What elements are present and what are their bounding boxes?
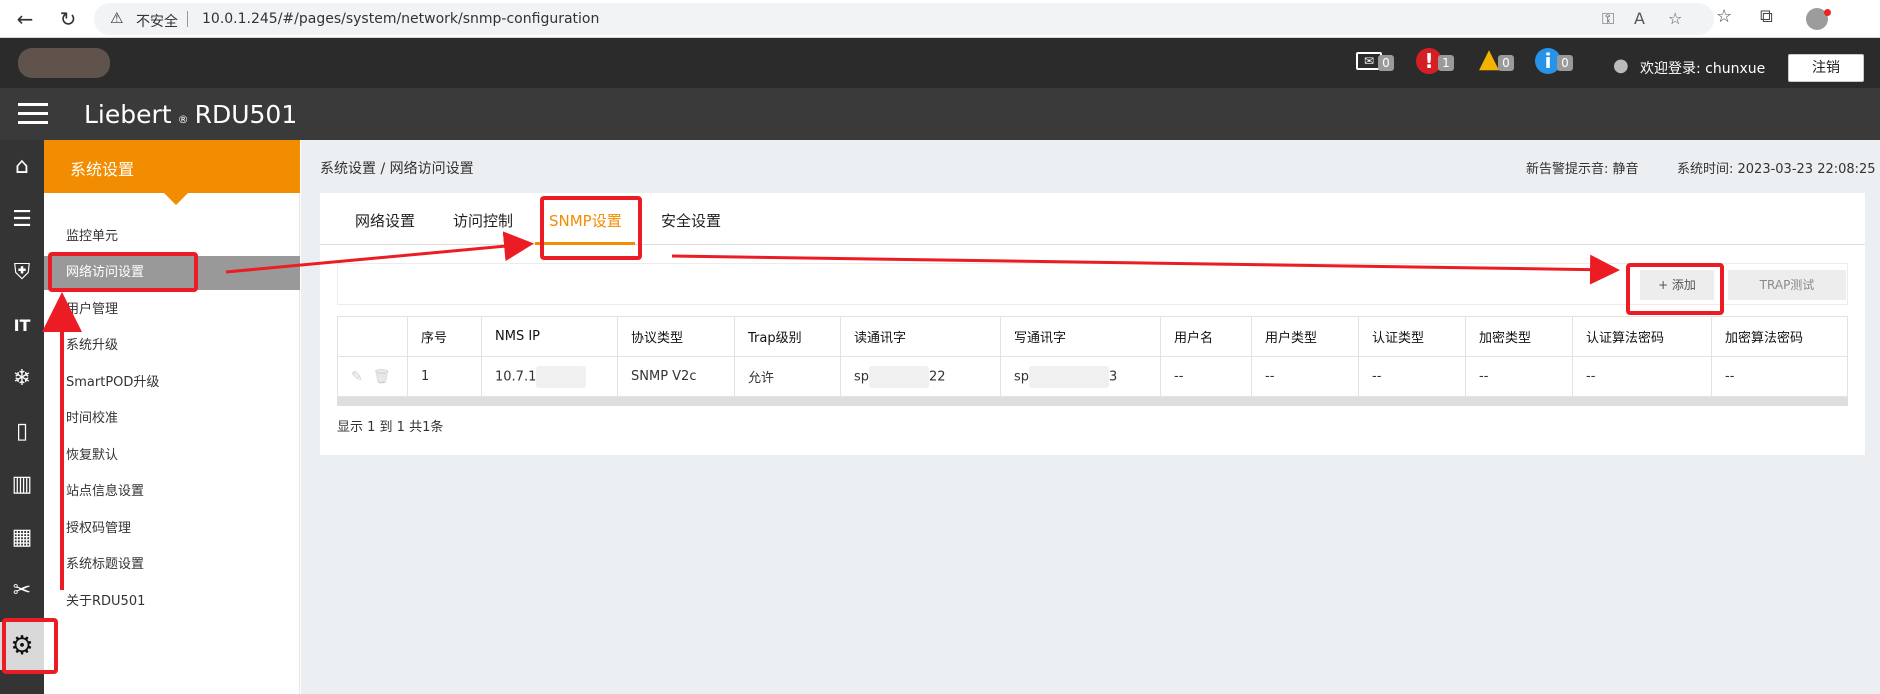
annotation-box-gear (2, 618, 58, 674)
table-header-row: 序号 NMS IP 协议类型 Trap级别 读通讯字 写通讯字 用户名 用户类型… (337, 316, 1848, 357)
table-toolbar (337, 263, 1848, 305)
favorites-icon[interactable]: ☆ (1716, 6, 1732, 27)
battery-icon[interactable]: ▯ (0, 410, 44, 454)
server-icon[interactable]: ☰ (0, 198, 44, 242)
url-text[interactable]: 10.0.1.245/#/pages/system/network/snmp-c… (202, 11, 599, 27)
back-icon[interactable]: ← (12, 6, 38, 32)
menu-item-license[interactable]: 授权码管理 (44, 512, 300, 546)
layout-icon[interactable]: ▦ (0, 516, 44, 560)
tools-icon[interactable]: ✂ (0, 569, 44, 613)
cell-write-community: sp 3 (1000, 356, 1161, 397)
menu-item-time-sync[interactable]: 时间校准 (44, 402, 300, 436)
icon-sidebar: ⌂ ☰ ⛨ IT ❄ ▯ ▥ ▦ ✂ ⚙ (0, 140, 44, 694)
col-index: 序号 (407, 316, 482, 357)
tab-access-control[interactable]: 访问控制 (453, 210, 513, 231)
col-encrypt-type: 加密类型 (1465, 316, 1573, 357)
menu-item-monitor-unit[interactable]: 监控单元 (44, 220, 300, 254)
cell-index: 1 (407, 356, 482, 397)
col-username: 用户名 (1160, 316, 1252, 357)
it-icon[interactable]: IT (0, 304, 44, 348)
main-content: 系统设置 / 网络访问设置 新告警提示音: 静音 系统时间: 2023-03-2… (301, 140, 1880, 694)
user-icon: ● (1613, 55, 1629, 76)
delete-icon[interactable]: 🗑 (373, 369, 391, 385)
col-user-type: 用户类型 (1251, 316, 1359, 357)
submenu-header: 系统设置 (44, 140, 300, 193)
menu-item-system-title[interactable]: 系统标题设置 (44, 548, 300, 582)
browser-toolbar: ← ↻ ⚠ 不安全 10.0.1.245/#/pages/system/netw… (0, 0, 1880, 38)
menu-item-user-management[interactable]: 用户管理 (44, 293, 300, 327)
col-read-community: 读通讯字 (840, 316, 1001, 357)
title-bar: Liebert ® RDU501 (0, 88, 1880, 140)
welcome-text: 欢迎登录: chunxue (1640, 61, 1766, 77)
alert-sound-status[interactable]: 新告警提示音: 静音 (1526, 158, 1639, 177)
col-encrypt-password: 加密算法密码 (1711, 316, 1848, 357)
settings-submenu: 系统设置 监控单元 网络访问设置 用户管理 系统升级 SmartPOD升级 时间… (44, 140, 300, 694)
menu-item-restore-default[interactable]: 恢复默认 (44, 439, 300, 473)
cell-user: -- (1160, 356, 1252, 397)
app-header: ✉ 0 ! 1 ▲ 0 i 0 ● 欢迎登录: chunxue (0, 38, 1880, 88)
address-bar[interactable]: ⚠ 不安全 10.0.1.245/#/pages/system/network/… (94, 3, 1714, 35)
home-icon[interactable]: ⌂ (0, 145, 44, 189)
col-actions (337, 316, 408, 357)
cell-protocol: SNMP V2c (617, 356, 735, 397)
cell-read-community: sp 22 (840, 356, 1001, 397)
bar-chart-icon[interactable]: ▥ (0, 463, 44, 507)
product-title: Liebert ® RDU501 (84, 100, 298, 129)
breadcrumb: 系统设置 / 网络访问设置 (320, 161, 474, 177)
warning-count: 0 (1498, 55, 1514, 71)
col-auth-type: 认证类型 (1358, 316, 1466, 357)
col-auth-password: 认证算法密码 (1572, 316, 1712, 357)
hamburger-menu-icon[interactable] (18, 103, 48, 125)
info-count: 0 (1557, 55, 1573, 71)
row-actions: ✎ 🗑 (337, 356, 408, 397)
table-row: ✎ 🗑 1 10.7.1 SNMP V2c 允许 sp 22 sp 3 -- -- -… (337, 356, 1848, 397)
logout-button[interactable]: 注销 (1788, 54, 1864, 82)
pagination-info: 显示 1 到 1 共1条 (337, 420, 444, 435)
warning-icon: ⚠ (110, 9, 124, 27)
menu-item-system-upgrade[interactable]: 系统升级 (44, 329, 300, 363)
cell-enc: -- (1465, 356, 1573, 397)
edit-icon[interactable]: ✎ (351, 369, 363, 385)
horizontal-scrollbar[interactable] (337, 397, 1848, 406)
insecure-label: 不安全 (136, 14, 178, 30)
key-icon[interactable]: ⚿ (1602, 9, 1614, 29)
reload-icon[interactable]: ↻ (55, 6, 81, 32)
snowflake-icon[interactable]: ❄ (0, 357, 44, 401)
cell-user-type: -- (1251, 356, 1359, 397)
tab-security[interactable]: 安全设置 (661, 210, 721, 231)
col-trap-level: Trap级别 (734, 316, 841, 357)
cell-enc-pwd: -- (1711, 356, 1848, 397)
col-write-community: 写通讯字 (1000, 316, 1161, 357)
logo (18, 48, 110, 78)
col-protocol: 协议类型 (617, 316, 735, 357)
read-aloud-icon[interactable]: A (1634, 9, 1645, 28)
mail-count: 0 (1378, 55, 1394, 71)
menu-item-smartpod-upgrade[interactable]: SmartPOD升级 (44, 366, 300, 400)
menu-item-site-info[interactable]: 站点信息设置 (44, 475, 300, 509)
tab-network[interactable]: 网络设置 (355, 210, 415, 231)
annotation-box-add (1626, 263, 1724, 315)
col-nms-ip: NMS IP (481, 316, 618, 357)
snmp-table: 序号 NMS IP 协议类型 Trap级别 读通讯字 写通讯字 用户名 用户类型… (337, 316, 1848, 397)
annotation-box-snmp-tab (540, 196, 642, 260)
annotation-box-menu (48, 252, 198, 292)
system-time: 系统时间: 2023-03-23 22:08:25 (1677, 162, 1876, 177)
cell-auth: -- (1358, 356, 1466, 397)
cell-trap: 允许 (734, 356, 841, 397)
cell-auth-pwd: -- (1572, 356, 1712, 397)
shield-icon[interactable]: ⛨ (0, 251, 44, 295)
menu-item-about[interactable]: 关于RDU501 (44, 585, 300, 619)
favorite-add-icon[interactable]: ☆ (1668, 9, 1682, 28)
critical-count: 1 (1438, 55, 1454, 71)
trap-test-button[interactable]: TRAP测试 (1728, 270, 1846, 300)
collections-icon[interactable]: ⧉ (1760, 6, 1773, 27)
cell-nms-ip: 10.7.1 (481, 356, 618, 397)
